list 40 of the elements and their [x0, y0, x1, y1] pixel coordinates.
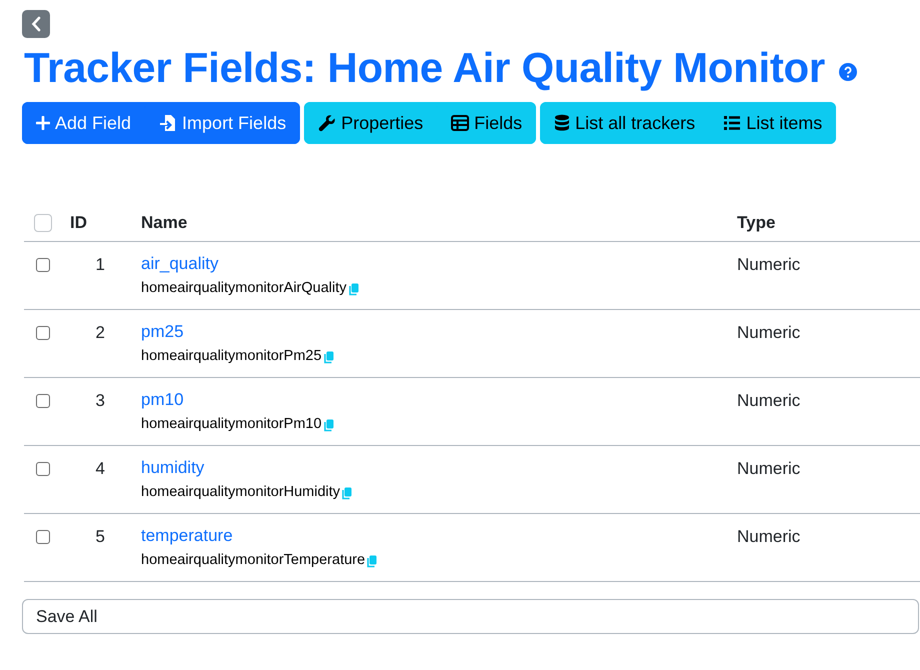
checkbox[interactable]: [34, 214, 52, 232]
column-header: ID: [70, 212, 87, 232]
field-name-link[interactable]: temperature: [141, 526, 233, 546]
type-cell: Numeric: [737, 459, 800, 478]
checkbox[interactable]: [36, 258, 50, 272]
field-name-link[interactable]: pm25: [141, 322, 184, 342]
field-name-link[interactable]: humidity: [141, 458, 204, 478]
wrench-icon: [318, 114, 336, 132]
column-header: Name: [141, 212, 188, 232]
save-all-button[interactable]: Save All: [22, 599, 919, 634]
page-title: Tracker Fields: Home Air Quality Monitor: [24, 43, 825, 93]
type-cell: Numeric: [737, 255, 800, 274]
id-cell: 1: [96, 255, 105, 274]
checkbox[interactable]: [36, 530, 50, 544]
chevron-left-icon: [31, 16, 41, 32]
id-cell: 5: [96, 527, 105, 546]
file-import-icon: [159, 114, 178, 132]
column-header: Type: [737, 212, 776, 232]
id-cell: 3: [96, 391, 105, 410]
field-name-link[interactable]: air_quality: [141, 254, 218, 274]
field-name-link[interactable]: pm10: [141, 390, 184, 410]
table-icon: [451, 115, 470, 131]
list-icon: [723, 115, 742, 131]
type-cell: Numeric: [737, 527, 800, 546]
checkbox[interactable]: [36, 394, 50, 408]
database-icon: [554, 114, 570, 132]
field-key-text: homeairqualitymonitorAirQuality: [141, 280, 346, 296]
plus-icon: [36, 116, 50, 130]
field-key-text: homeairqualitymonitorPm25: [141, 348, 322, 364]
field-key-text: homeairqualitymonitorHumidity: [141, 484, 340, 500]
id-cell: 4: [96, 459, 105, 478]
checkbox[interactable]: [36, 462, 50, 476]
id-cell: 2: [96, 323, 105, 342]
help-icon[interactable]: [838, 63, 857, 81]
field-key-text: homeairqualitymonitorTemperature: [141, 552, 366, 568]
type-cell: Numeric: [737, 323, 800, 342]
type-cell: Numeric: [737, 391, 800, 410]
field-key-text: homeairqualitymonitorPm10: [141, 416, 322, 432]
back-button[interactable]: [22, 10, 50, 38]
checkbox[interactable]: [36, 326, 50, 340]
